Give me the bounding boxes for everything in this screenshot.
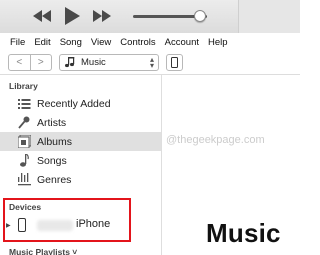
music-note-icon bbox=[65, 57, 75, 68]
menu-account[interactable]: Account bbox=[165, 37, 199, 48]
play-button[interactable] bbox=[62, 6, 82, 26]
page-title: Music bbox=[206, 218, 281, 248]
sidebar-item-songs[interactable]: Songs bbox=[0, 151, 161, 170]
sidebar-item-artists[interactable]: Artists bbox=[0, 113, 161, 132]
recently-added-icon bbox=[17, 97, 31, 111]
sidebar-item-label: Recently Added bbox=[37, 97, 111, 110]
menu-help[interactable]: Help bbox=[208, 37, 228, 48]
genres-icon bbox=[17, 173, 31, 187]
sidebar-item-label: Artists bbox=[37, 116, 67, 129]
chevron-updown-icon: ▴ ▾ bbox=[149, 55, 154, 70]
volume-knob[interactable] bbox=[193, 10, 206, 22]
menu-view[interactable]: View bbox=[91, 37, 111, 48]
status-display bbox=[238, 0, 300, 33]
back-button[interactable]: < bbox=[9, 55, 30, 70]
sidebar-item-genres[interactable]: Genres bbox=[0, 170, 161, 189]
menu-file[interactable]: File bbox=[10, 37, 25, 48]
media-type-label: Music bbox=[81, 57, 106, 68]
sidebar-item-label: Albums bbox=[37, 135, 73, 148]
media-type-select[interactable]: Music ▴ ▾ bbox=[59, 54, 159, 71]
forward-button[interactable]: > bbox=[29, 55, 52, 70]
devices-highlight-box bbox=[3, 198, 131, 242]
menu-edit[interactable]: Edit bbox=[34, 37, 50, 48]
sidebar-item-label: Songs bbox=[37, 154, 67, 167]
play-icon bbox=[65, 7, 80, 25]
music-playlists-title[interactable]: Music Playlists ˅ bbox=[9, 247, 77, 255]
menu-controls[interactable]: Controls bbox=[120, 37, 155, 48]
fast-forward-icon bbox=[93, 10, 111, 22]
navigation-buttons: < > bbox=[8, 54, 52, 71]
watermark: @thegeekpage.com bbox=[166, 134, 265, 146]
fast-forward-button[interactable] bbox=[92, 6, 112, 26]
player-controls-bar bbox=[0, 0, 300, 33]
menu-song[interactable]: Song bbox=[60, 37, 82, 48]
sidebar-item-recently-added[interactable]: Recently Added bbox=[0, 94, 161, 113]
sidebar-item-label: Genres bbox=[37, 173, 72, 186]
rewind-button[interactable] bbox=[32, 6, 52, 26]
phone-icon bbox=[171, 57, 178, 68]
device-button[interactable] bbox=[166, 54, 183, 71]
sidebar-item-albums[interactable]: Albums bbox=[0, 132, 161, 151]
library-section-title: Library bbox=[9, 81, 38, 91]
microphone-icon bbox=[17, 116, 31, 130]
rewind-icon bbox=[33, 10, 51, 22]
menu-bar: File Edit Song View Controls Account Hel… bbox=[0, 33, 300, 51]
toolbar: < > Music ▴ ▾ bbox=[0, 51, 300, 75]
music-note-icon bbox=[17, 154, 31, 168]
sidebar: Library Recently Added Artists Albums So… bbox=[0, 75, 162, 255]
album-icon bbox=[17, 135, 31, 149]
